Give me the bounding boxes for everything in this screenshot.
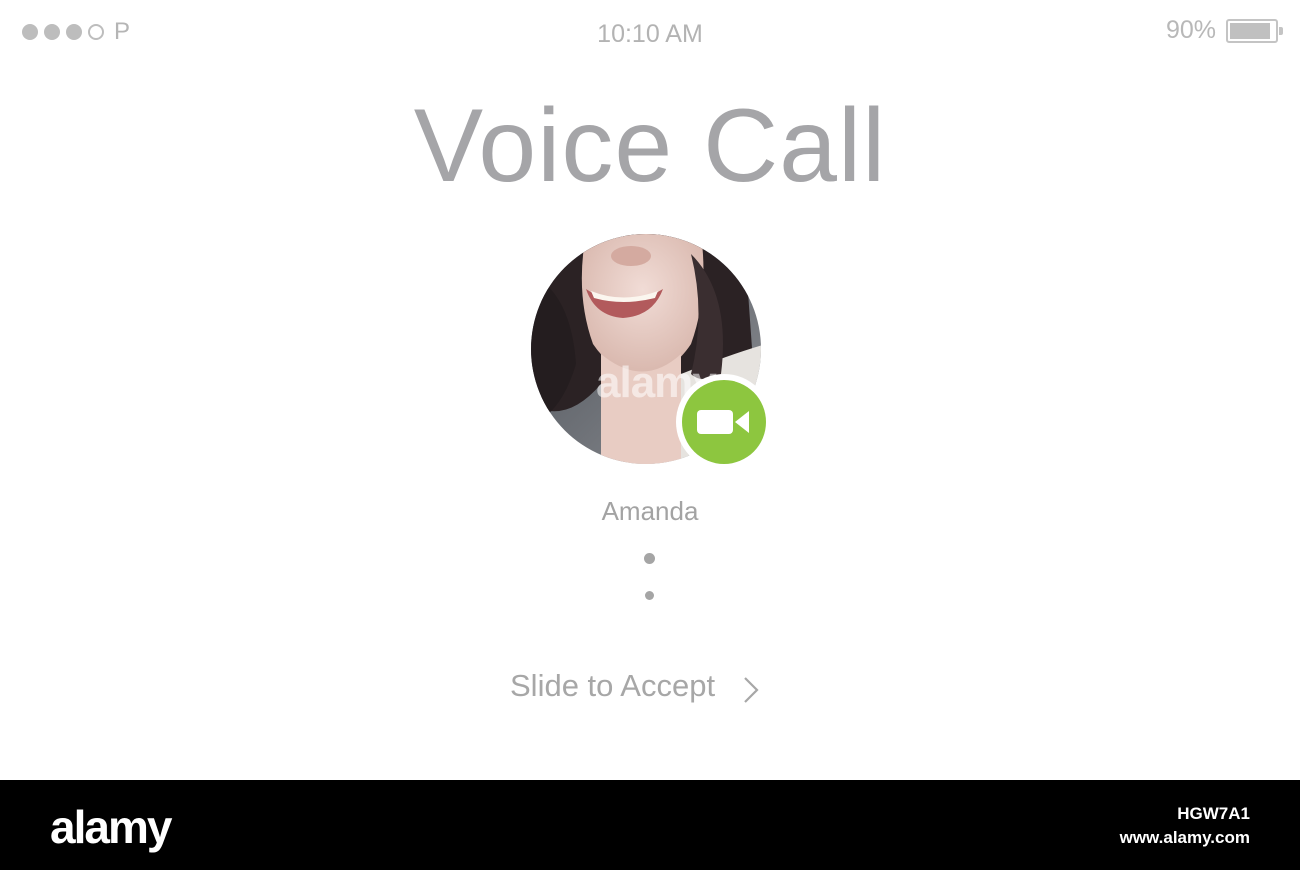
- video-call-button-face[interactable]: [682, 380, 766, 464]
- battery-fill: [1230, 22, 1270, 39]
- video-camera-icon: [697, 410, 749, 434]
- site-url: www.alamy.com: [1119, 828, 1250, 847]
- battery-percentage: 90%: [1165, 16, 1216, 44]
- battery-icon: [1226, 18, 1283, 43]
- ringing-indicator-dot: [644, 553, 655, 564]
- image-id: HGW7A1: [1177, 804, 1250, 823]
- slide-to-accept-label: Slide to Accept: [510, 668, 716, 703]
- image-credit: HGW7A1 www.alamy.com: [1120, 802, 1250, 850]
- watermark-footer: alamy HGW7A1 www.alamy.com: [0, 780, 1300, 870]
- status-time: 10:10 AM: [597, 20, 703, 48]
- battery-status: 90%: [1165, 16, 1283, 45]
- slide-to-accept[interactable]: Slide to Accept: [510, 668, 759, 704]
- video-call-button[interactable]: [676, 374, 772, 470]
- alamy-logo: alamy: [50, 801, 172, 853]
- page-title: Voice Call: [413, 88, 887, 204]
- caller-name: Amanda: [601, 496, 699, 526]
- chevron-right-icon: [744, 677, 759, 703]
- ringing-indicator-dot: [645, 591, 654, 600]
- incoming-call-screen: P 10:10 AM 90% Voice Call alamy Amanda S…: [0, 0, 1300, 780]
